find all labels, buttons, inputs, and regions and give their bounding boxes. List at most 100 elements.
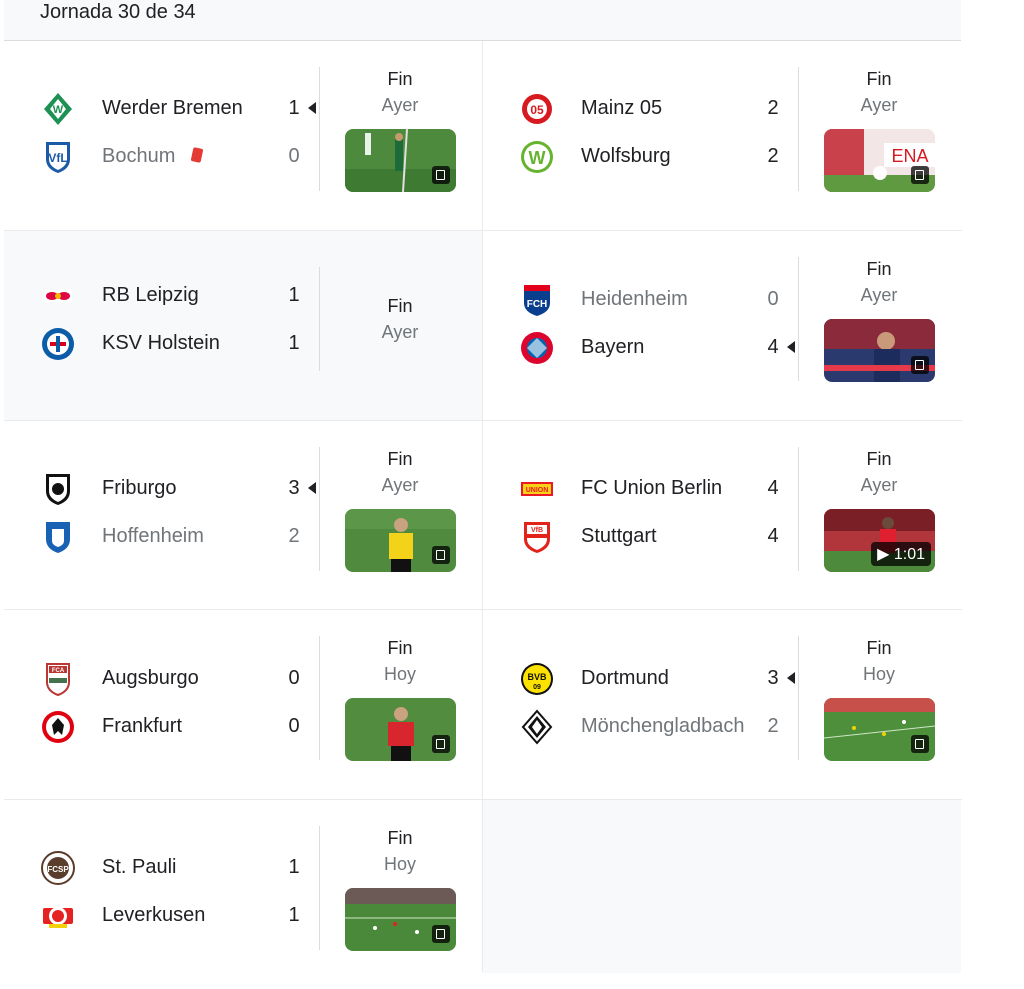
highlight-thumbnail[interactable] — [345, 888, 456, 951]
away-team-row: Hoffenheim 2 — [4, 517, 324, 557]
st-pauli-crest-icon: FCSP — [40, 850, 76, 886]
away-team-row: Bayern 4 — [483, 328, 803, 368]
match-status: Fin Ayer — [824, 256, 934, 308]
video-icon — [432, 925, 450, 943]
home-team-score: 3 — [288, 477, 300, 499]
home-team-row: RB Leipzig 1 — [4, 276, 324, 316]
highlight-thumbnail[interactable] — [345, 129, 456, 192]
highlight-thumbnail[interactable] — [345, 698, 456, 761]
match-day-label: Ayer — [381, 475, 419, 495]
away-team-name: Mönchengladbach — [581, 715, 745, 737]
winner-arrow-icon — [787, 672, 795, 684]
away-team-name: Wolfsburg — [581, 145, 671, 167]
svg-text:05: 05 — [530, 103, 544, 117]
home-team-score: 2 — [767, 97, 779, 119]
match-status: Fin Hoy — [345, 825, 455, 877]
match-status: Fin Ayer — [824, 66, 934, 118]
highlight-thumbnail[interactable] — [824, 698, 935, 761]
match-status: Fin Ayer — [824, 446, 934, 498]
match-card[interactable]: Friburgo 3 Hoffenheim 2 Fin Ayer — [4, 421, 482, 610]
home-team-row: FCA Augsburgo 0 — [4, 659, 324, 699]
highlight-thumbnail[interactable] — [345, 509, 456, 572]
match-card[interactable]: FCA Augsburgo 0 Frankfurt 0 Fin Hoy — [4, 610, 482, 799]
match-status-label: Fin — [387, 638, 413, 658]
svg-text:W: W — [53, 104, 64, 116]
ksv-holstein-crest-icon — [40, 326, 76, 362]
match-card[interactable]: 05 Mainz 05 2 W Wolfsburg 2 Fin Ayer ENA — [483, 41, 961, 230]
card-divider — [319, 67, 320, 191]
match-card[interactable]: RB Leipzig 1 KSV Holstein 1 Fin Ayer — [4, 231, 482, 420]
away-team-row: W Wolfsburg 2 — [483, 137, 803, 177]
svg-text:VfL: VfL — [48, 151, 67, 165]
svg-text:FCA: FCA — [52, 668, 65, 674]
match-status: Fin Hoy — [345, 635, 455, 687]
svg-text:UNION: UNION — [526, 487, 549, 494]
home-team-score: 1 — [288, 284, 300, 306]
away-team-row: Frankfurt 0 — [4, 707, 324, 747]
match-card[interactable]: W Werder Bremen 1 VfL Bochum 0 Fin Ayer — [4, 41, 482, 230]
match-card[interactable]: FCSP St. Pauli 1 Leverkusen 1 Fin Hoy — [4, 800, 482, 989]
matchday-header: Jornada 30 de 34 — [4, 0, 961, 41]
card-divider — [798, 636, 799, 760]
card-divider — [798, 447, 799, 571]
match-card[interactable]: FCH Heidenheim 0 Bayern 4 Fin Ayer — [483, 231, 961, 420]
home-team-score: 1 — [288, 856, 300, 878]
match-day-label: Ayer — [860, 95, 898, 115]
home-team-name: FC Union Berlin — [581, 477, 723, 499]
away-team-score: 2 — [767, 715, 779, 737]
home-team-score: 0 — [767, 288, 779, 310]
werder-bremen-crest-icon: W — [40, 91, 76, 127]
video-icon — [911, 356, 929, 374]
fc-union-berlin-crest-icon: UNION — [519, 471, 555, 507]
away-team-score: 0 — [288, 715, 300, 737]
card-divider — [319, 826, 320, 950]
empty-cell — [483, 800, 961, 973]
augsburgo-crest-icon: FCA — [40, 661, 76, 697]
video-icon — [432, 166, 450, 184]
svg-text:09: 09 — [533, 684, 541, 691]
bochum-crest-icon: VfL — [40, 139, 76, 175]
highlight-thumbnail[interactable]: ▶ 1:01 — [824, 509, 935, 572]
match-day-label: Ayer — [860, 475, 898, 495]
card-divider — [319, 447, 320, 571]
svg-text:FCSP: FCSP — [47, 865, 69, 874]
home-team-name: Augsburgo — [102, 667, 199, 689]
svg-text:VfB: VfB — [531, 527, 543, 534]
dortmund-crest-icon: BVB 09 — [519, 661, 555, 697]
match-day-label: Ayer — [381, 95, 419, 115]
match-day-label: Hoy — [862, 664, 895, 684]
heidenheim-crest-icon: FCH — [519, 282, 555, 318]
away-team-score: 4 — [767, 336, 779, 358]
away-team-row: VfB Stuttgart 4 — [483, 517, 803, 557]
mainz-05-crest-icon: 05 — [519, 91, 555, 127]
highlight-thumbnail[interactable] — [824, 319, 935, 382]
card-divider — [798, 67, 799, 191]
rb-leipzig-crest-icon — [40, 278, 76, 314]
match-day-label: Hoy — [383, 664, 416, 684]
match-card[interactable]: UNION FC Union Berlin 4 VfB Stuttgart 4 … — [483, 421, 961, 610]
away-team-score: 0 — [288, 145, 300, 167]
frankfurt-crest-icon — [40, 709, 76, 745]
highlight-thumbnail[interactable]: ENA — [824, 129, 935, 192]
home-team-row: Friburgo 3 — [4, 469, 324, 509]
home-team-score: 3 — [767, 667, 779, 689]
svg-text:ENA: ENA — [891, 146, 928, 166]
match-status: Fin Ayer — [345, 293, 455, 345]
home-team-name: Mainz 05 — [581, 97, 663, 119]
away-team-name: Hoffenheim — [102, 525, 204, 547]
home-team-name: St. Pauli — [102, 856, 177, 878]
match-card[interactable]: BVB 09 Dortmund 3 Mönchengladbach 2 Fin H… — [483, 610, 961, 799]
video-icon — [911, 735, 929, 753]
home-team-row: UNION FC Union Berlin 4 — [483, 469, 803, 509]
away-team-name: Bochum — [102, 145, 176, 167]
match-status: Fin Ayer — [345, 66, 455, 118]
hoffenheim-crest-icon — [40, 519, 76, 555]
match-status-label: Fin — [387, 449, 413, 469]
svg-text:W: W — [529, 148, 546, 168]
home-team-name: Friburgo — [102, 477, 177, 499]
card-divider — [319, 636, 320, 760]
match-day-label: Hoy — [383, 854, 416, 874]
match-status-label: Fin — [387, 296, 413, 316]
red-card-icon — [190, 147, 204, 163]
away-team-score: 2 — [767, 145, 779, 167]
